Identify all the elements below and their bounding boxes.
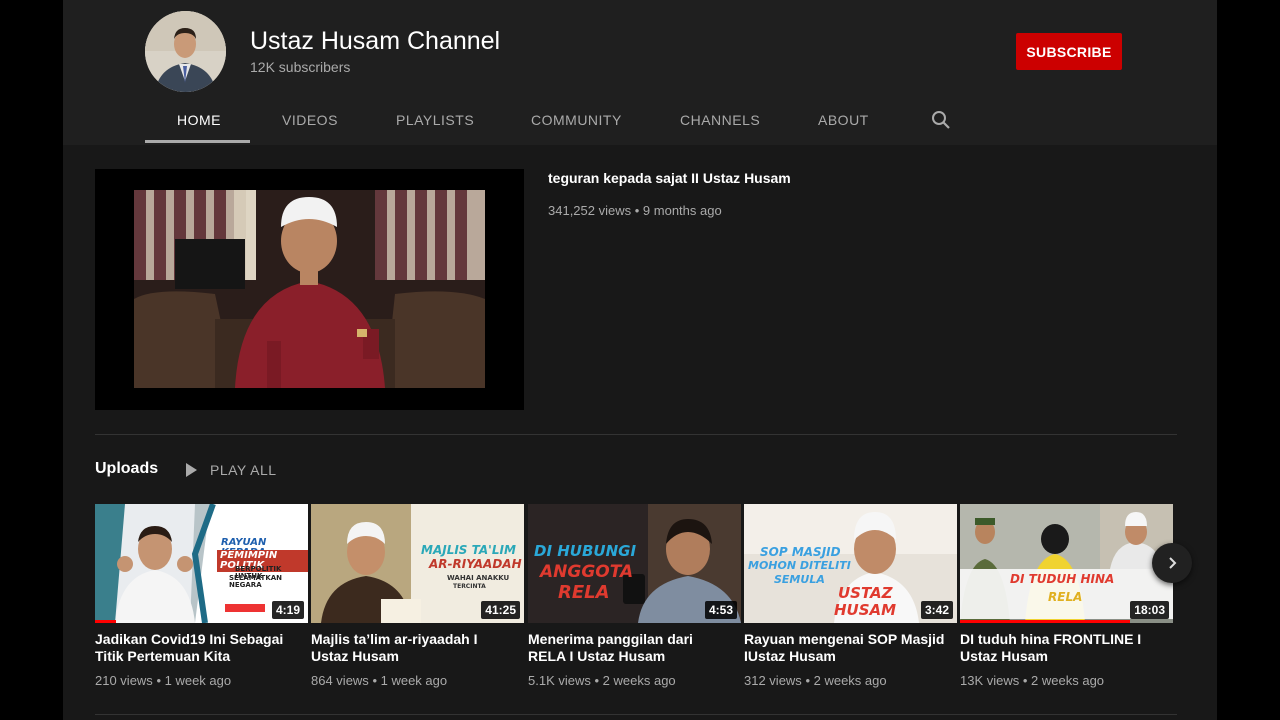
uploads-title[interactable]: Uploads <box>95 460 158 478</box>
left-letterbox <box>0 0 63 720</box>
featured-video-meta: 341,252 views • 9 months ago <box>548 203 722 218</box>
video-meta: 864 views • 1 week ago <box>311 673 524 688</box>
video-card[interactable]: DI HUBUNGI ANGGOTA RELA 4:53 Menerima pa… <box>528 504 741 688</box>
thumbnail-caption: SEMULA <box>774 573 825 586</box>
meta-separator: • <box>805 673 814 688</box>
chevron-right-icon <box>1169 557 1177 569</box>
avatar-image <box>145 11 226 92</box>
video-title[interactable]: Majlis ta’lim ar-riyaadah I Ustaz Husam <box>311 631 516 665</box>
thumbnail-caption: USTAZ <box>838 584 893 602</box>
featured-age: 9 months ago <box>642 203 722 218</box>
thumbnail-caption: RELA <box>558 582 610 603</box>
video-title[interactable]: Rayuan mengenai SOP Masjid IUstaz Husam <box>744 631 949 665</box>
tab-community[interactable]: COMMUNITY <box>531 112 622 128</box>
tab-videos[interactable]: VIDEOS <box>282 112 338 128</box>
video-age: 2 weeks ago <box>813 673 887 688</box>
thumbnail-caption: HUSAM <box>834 601 897 619</box>
thumbnail-caption: RELA <box>1048 590 1083 604</box>
section-divider <box>95 434 1177 435</box>
subscriber-count: 12K subscribers <box>250 59 351 75</box>
right-letterbox <box>1217 0 1280 720</box>
video-age: 1 week ago <box>164 673 232 688</box>
video-thumbnail[interactable]: MAJLIS TA'LIM AR-RIYAADAH WAHAI ANAKKU T… <box>311 504 524 623</box>
video-age: 2 weeks ago <box>1031 673 1105 688</box>
video-meta: 312 views • 2 weeks ago <box>744 673 957 688</box>
video-duration: 4:19 <box>271 601 304 619</box>
meta-separator: • <box>1022 673 1032 688</box>
video-duration: 41:25 <box>481 601 520 619</box>
video-thumbnail[interactable]: RAYUAN KEPADA PEMIMPIN POLITIK BERPOLITI… <box>95 504 308 623</box>
watch-progress-bar <box>95 620 117 623</box>
video-title[interactable]: Menerima panggilan dari RELA I Ustaz Hus… <box>528 631 733 665</box>
featured-video-title[interactable]: teguran kepada sajat II Ustaz Husam <box>548 170 791 186</box>
meta-separator: • <box>156 673 165 688</box>
video-duration: 18:03 <box>1130 601 1169 619</box>
video-meta: 210 views • 1 week ago <box>95 673 308 688</box>
thumbnail-caption: ANGGOTA <box>540 562 634 582</box>
video-views: 13K views <box>960 673 1020 688</box>
video-thumbnail[interactable]: SOP MASJID MOHON DITELITI SEMULA USTAZ H… <box>744 504 957 623</box>
featured-views: 341,252 views <box>548 203 632 218</box>
video-card[interactable]: RAYUAN KEPADA PEMIMPIN POLITIK BERPOLITI… <box>95 504 308 688</box>
featured-video-frame <box>95 169 524 410</box>
thumbnail-caption: SELAMATKAN NEGARA <box>229 574 283 589</box>
thumbnail-caption: WAHAI ANAKKU <box>447 574 510 582</box>
meta-separator: • <box>594 673 603 688</box>
channel-avatar[interactable] <box>145 11 226 92</box>
thumbnail-caption: MOHON DITELITI <box>748 559 851 572</box>
thumbnail-caption: DI HUBUNGI <box>534 542 637 560</box>
play-all-button[interactable]: PLAY ALL <box>184 460 277 480</box>
video-card[interactable]: MAJLIS TA'LIM AR-RIYAADAH WAHAI ANAKKU T… <box>311 504 524 688</box>
carousel-next-button[interactable] <box>1152 543 1192 583</box>
video-duration: 4:53 <box>704 601 737 619</box>
tab-channels[interactable]: CHANNELS <box>680 112 760 128</box>
video-card[interactable]: DI TUDUH HINA RELA 18:03 DI tuduh hina F… <box>960 504 1173 688</box>
thumbnail-caption: DI TUDUH HINA <box>1010 572 1115 586</box>
channel-name: Ustaz Husam Channel <box>250 27 501 55</box>
tab-playlists[interactable]: PLAYLISTS <box>396 112 474 128</box>
video-views: 864 views <box>311 673 369 688</box>
search-icon[interactable] <box>929 108 953 132</box>
video-meta: 5.1K views • 2 weeks ago <box>528 673 741 688</box>
channel-header <box>63 0 1217 145</box>
video-title[interactable]: DI tuduh hina FRONTLINE I Ustaz Husam <box>960 631 1165 665</box>
video-title[interactable]: Jadikan Covid19 Ini Sebagai Titik Pertem… <box>95 631 300 665</box>
section-divider <box>95 714 1177 715</box>
thumbnail-caption: MAJLIS TA'LIM <box>421 543 516 557</box>
watch-progress-bar <box>960 620 1131 623</box>
video-age: 2 weeks ago <box>602 673 676 688</box>
thumbnail-caption: AR-RIYAADAH <box>429 557 522 571</box>
tab-about[interactable]: ABOUT <box>818 112 869 128</box>
tab-home[interactable]: HOME <box>177 112 221 128</box>
video-card[interactable]: SOP MASJID MOHON DITELITI SEMULA USTAZ H… <box>744 504 957 688</box>
meta-separator: • <box>372 673 381 688</box>
meta-separator: • <box>634 203 643 218</box>
thumbnail-caption: SOP MASJID <box>760 545 841 559</box>
video-views: 5.1K views <box>528 673 591 688</box>
active-tab-indicator <box>145 140 250 143</box>
thumbnail-caption: TERCINTA <box>453 583 486 590</box>
play-all-label: PLAY ALL <box>210 462 277 478</box>
subscribe-button[interactable]: SUBSCRIBE <box>1016 33 1122 70</box>
play-icon <box>186 463 197 477</box>
video-meta: 13K views • 2 weeks ago <box>960 673 1173 688</box>
video-views: 210 views <box>95 673 153 688</box>
video-age: 1 week ago <box>380 673 448 688</box>
video-duration: 3:42 <box>920 601 953 619</box>
video-views: 312 views <box>744 673 802 688</box>
featured-video-player[interactable] <box>95 169 524 410</box>
video-thumbnail[interactable]: DI HUBUNGI ANGGOTA RELA 4:53 <box>528 504 741 623</box>
video-thumbnail[interactable]: DI TUDUH HINA RELA 18:03 <box>960 504 1173 623</box>
